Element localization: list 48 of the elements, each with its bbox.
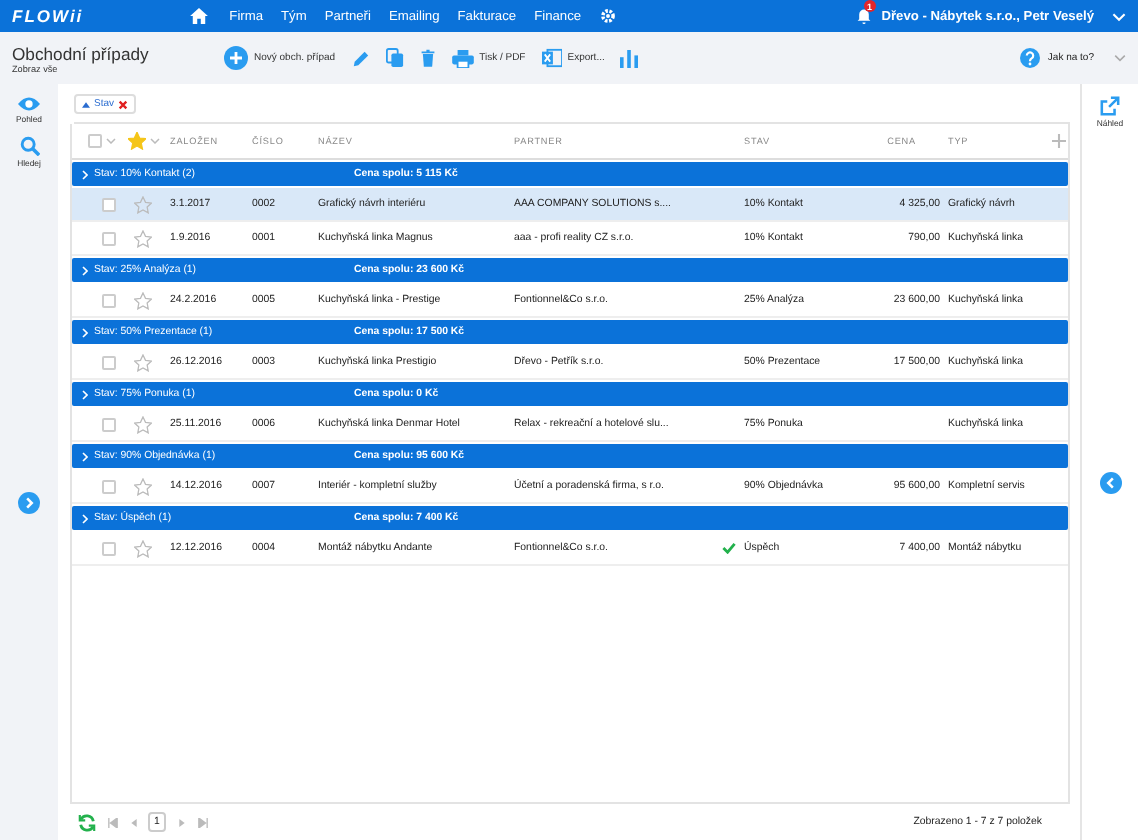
- expand-sidebar-icon[interactable]: [18, 491, 40, 513]
- chevron-down-icon[interactable]: [106, 138, 116, 144]
- star-icon[interactable]: [134, 195, 152, 213]
- add-column-icon[interactable]: [1051, 134, 1065, 148]
- star-icon[interactable]: [134, 291, 152, 309]
- pencil-icon[interactable]: [351, 49, 370, 67]
- star-icon[interactable]: [134, 415, 152, 433]
- select-all-checkbox[interactable]: [88, 134, 102, 148]
- row-checkbox[interactable]: [102, 417, 116, 431]
- trash-icon[interactable]: [419, 48, 436, 68]
- chevron-down-icon[interactable]: [1114, 54, 1126, 62]
- previous-page-icon[interactable]: [130, 817, 138, 827]
- star-filter-icon[interactable]: [127, 132, 145, 150]
- printer-icon: [451, 49, 474, 67]
- refresh-icon[interactable]: [78, 813, 96, 831]
- last-page-icon[interactable]: [197, 817, 208, 827]
- star-icon[interactable]: [134, 229, 152, 247]
- star-icon[interactable]: [134, 477, 152, 495]
- chevron-right-icon[interactable]: [82, 169, 88, 179]
- star-icon[interactable]: [134, 539, 152, 557]
- first-page-icon[interactable]: [108, 817, 118, 827]
- settings-icon[interactable]: [599, 8, 616, 24]
- chevron-right-icon[interactable]: [82, 265, 88, 275]
- close-icon[interactable]: [118, 99, 129, 109]
- plus-icon: [224, 46, 248, 70]
- help-icon[interactable]: [1019, 48, 1040, 68]
- collapse-panel-icon[interactable]: [1099, 471, 1121, 493]
- next-page-icon[interactable]: [177, 817, 186, 827]
- bell-icon[interactable]: [855, 8, 872, 24]
- chevron-down-icon[interactable]: [149, 138, 159, 144]
- copy-icon[interactable]: [385, 48, 404, 68]
- star-icon[interactable]: [134, 353, 152, 371]
- spreadsheet-icon: [541, 48, 562, 68]
- logo[interactable]: FLOWii: [12, 6, 84, 26]
- row-checkbox[interactable]: [102, 355, 116, 369]
- bar-chart-icon[interactable]: [620, 49, 639, 67]
- sort-up-icon: [82, 101, 90, 107]
- chevron-right-icon[interactable]: [82, 513, 88, 523]
- page-title: Obchodní případy: [12, 43, 151, 63]
- row-checkbox[interactable]: [102, 541, 116, 555]
- home-icon[interactable]: [189, 8, 208, 24]
- row-checkbox[interactable]: [102, 293, 116, 307]
- chevron-right-icon[interactable]: [82, 327, 88, 337]
- row-checkbox[interactable]: [102, 197, 116, 211]
- row-checkbox[interactable]: [102, 231, 116, 245]
- chevron-right-icon[interactable]: [82, 451, 88, 461]
- row-checkbox[interactable]: [102, 479, 116, 493]
- chevron-right-icon[interactable]: [82, 389, 88, 399]
